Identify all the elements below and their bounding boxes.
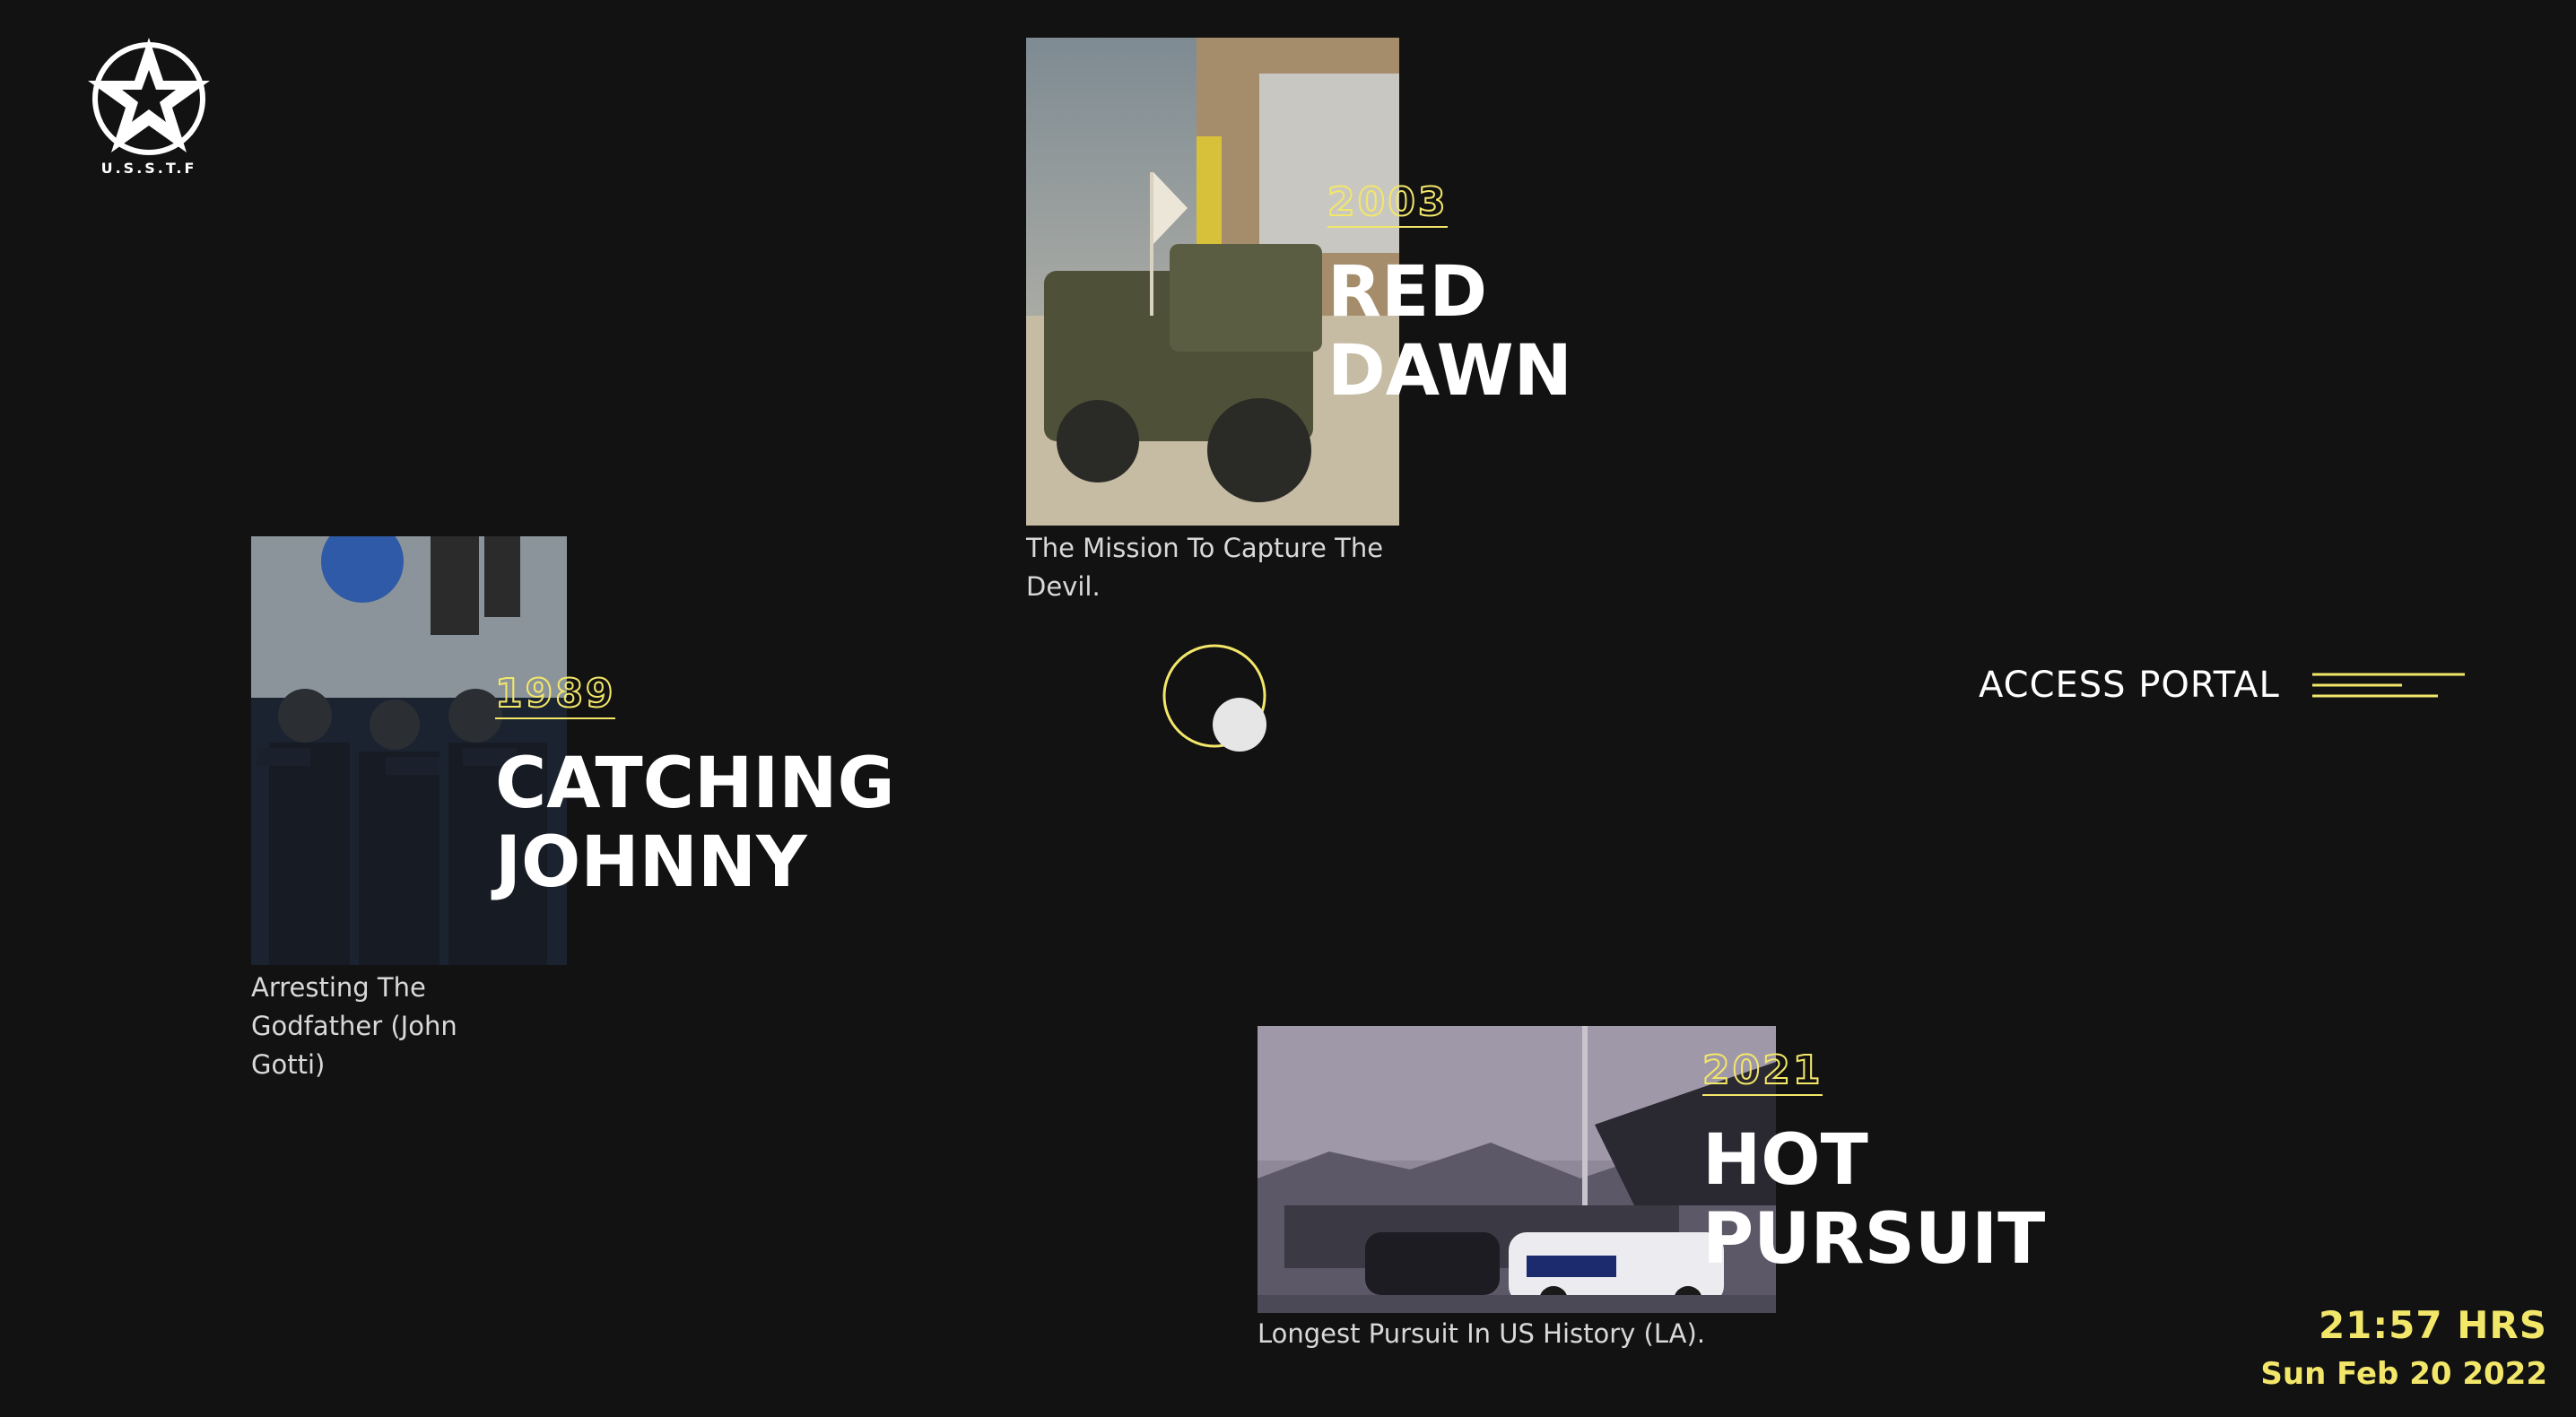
mission-title-line: DAWN xyxy=(1327,331,1572,412)
mission-description: The Mission To Capture The Devil. xyxy=(1026,533,1384,602)
menu-lines-icon xyxy=(2311,673,2465,698)
mission-title-line: RED xyxy=(1327,252,1488,333)
access-portal-label: ACCESS PORTAL xyxy=(1979,665,2280,706)
mission-year: 2021 xyxy=(1701,1050,1823,1096)
mission-title-line: PURSUIT xyxy=(1702,1199,2046,1280)
access-portal-button[interactable]: ACCESS PORTAL xyxy=(1979,660,2465,710)
mission-card-red-dawn[interactable]: 2003 RED DAWN The Mission To Capture The… xyxy=(1026,38,1572,612)
mission-title-line: CATCHING xyxy=(495,743,895,824)
mission-title-line: HOT xyxy=(1702,1120,1868,1201)
page: U.S.S.T.F 2003 RED DAWN The Mission To C… xyxy=(0,0,2576,1417)
mission-year: 1989 xyxy=(494,674,616,719)
mission-description: Longest Pursuit In US History (LA). xyxy=(1258,1318,1706,1349)
usstf-logo[interactable]: U.S.S.T.F xyxy=(86,34,212,187)
mission-photo-police-cars xyxy=(1258,1026,1776,1313)
mission-title: HOT PURSUIT xyxy=(1702,1121,2045,1279)
mission-title-line: JOHNNY xyxy=(495,822,807,903)
mission-title: RED DAWN xyxy=(1327,253,1572,411)
custom-cursor-icon xyxy=(1162,644,1266,752)
mission-title: CATCHING JOHNNY xyxy=(495,744,895,902)
clock-time: 21:57 HRS xyxy=(2318,1303,2547,1347)
mission-year: 2003 xyxy=(1327,182,1449,228)
clock-date: Sun Feb 20 2022 xyxy=(2260,1356,2547,1392)
star-emblem-icon xyxy=(88,38,210,155)
mission-description: Arresting The Godfather (John Gotti) xyxy=(251,972,457,1080)
logo-text: U.S.S.T.F xyxy=(100,160,197,177)
mission-card-catching-johnny[interactable]: 1989 CATCHING JOHNNY Arresting The Godfa… xyxy=(251,536,915,1110)
mission-card-hot-pursuit[interactable]: 2021 HOT PURSUIT Longest Pursuit In US H… xyxy=(1258,1026,2065,1367)
clock-widget: 21:57 HRS Sun Feb 20 2022 xyxy=(2260,1300,2547,1397)
